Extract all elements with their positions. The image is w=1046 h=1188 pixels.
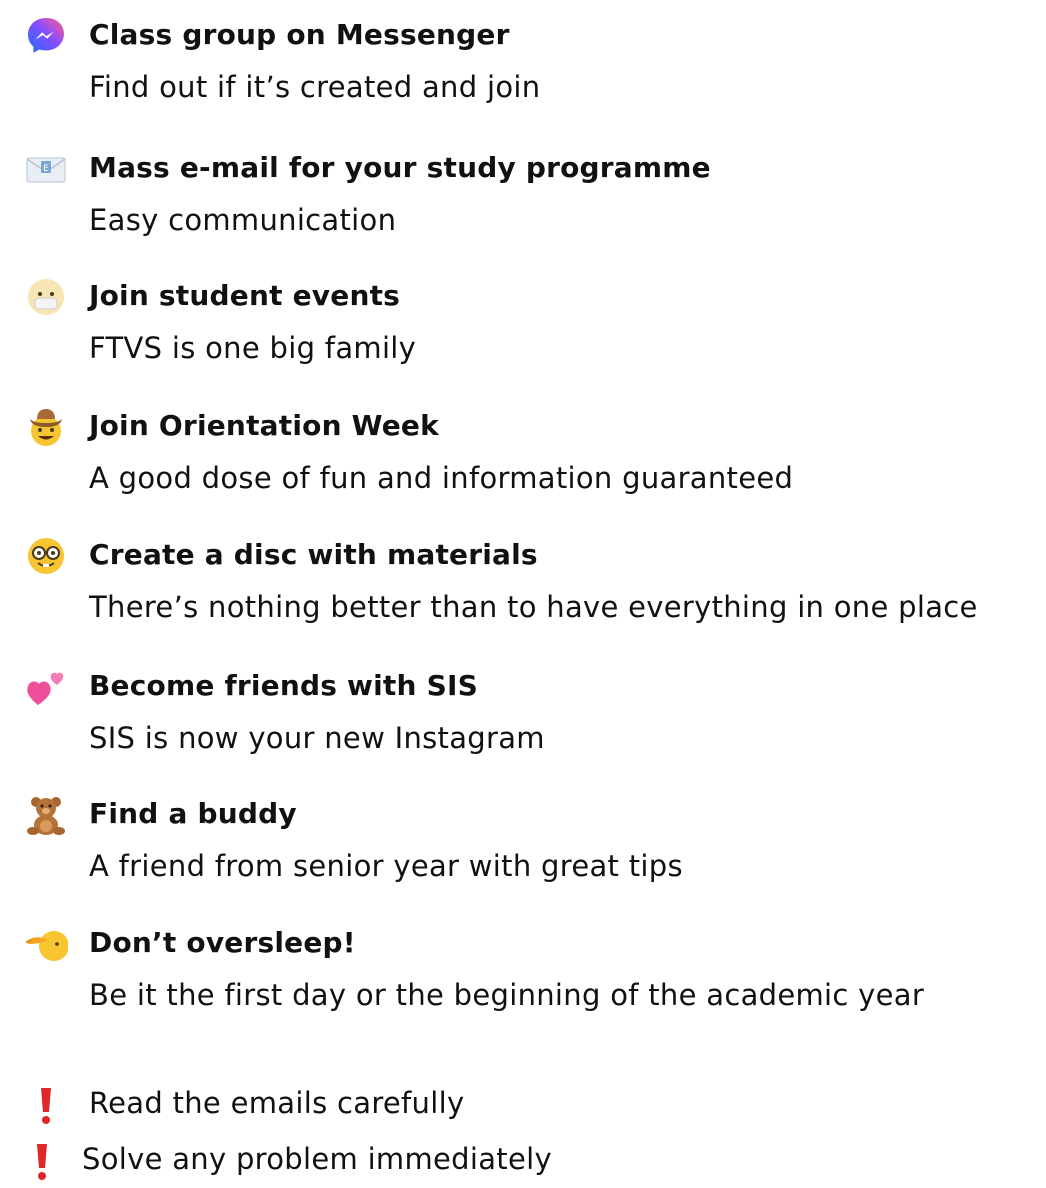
svg-text:E: E xyxy=(43,164,49,174)
item-subtitle: There’s nothing better than to have ever… xyxy=(89,590,978,624)
item-subtitle: A friend from senior year with great tip… xyxy=(89,849,683,883)
messenger-icon xyxy=(24,14,68,58)
list-item-oversleep: Don’t oversleep! Be it the first day or … xyxy=(0,914,1046,1024)
pointing-face-icon xyxy=(24,922,68,966)
item-title: Become friends with SIS xyxy=(89,669,478,702)
note-solve-problems: Solve any problem immediately xyxy=(0,1138,1046,1188)
note-text: Solve any problem immediately xyxy=(82,1142,552,1176)
two-hearts-icon xyxy=(24,665,68,709)
exclamation-icon xyxy=(30,1140,54,1184)
list-item-mass-email: E Mass e-mail for your study programme E… xyxy=(0,139,1046,249)
item-subtitle: SIS is now your new Instagram xyxy=(89,721,545,755)
item-title: Find a buddy xyxy=(89,797,297,830)
list-item-student-events: Join student events FTVS is one big fami… xyxy=(0,267,1046,377)
list-item-buddy: Find a buddy A friend from senior year w… xyxy=(0,785,1046,895)
list-item-orientation-week: Join Orientation Week A good dose of fun… xyxy=(0,397,1046,507)
nerd-face-icon xyxy=(24,534,68,578)
teddy-bear-icon xyxy=(24,793,68,837)
item-title: Mass e-mail for your study programme xyxy=(89,151,711,184)
item-subtitle: Easy communication xyxy=(89,203,397,237)
list-item-messenger: Class group on Messenger Find out if it’… xyxy=(0,6,1046,116)
item-subtitle: Be it the first day or the beginning of … xyxy=(89,978,925,1012)
note-read-emails: Read the emails carefully xyxy=(0,1082,1046,1132)
item-subtitle: A good dose of fun and information guara… xyxy=(89,461,794,495)
masked-face-icon xyxy=(24,275,68,319)
item-title: Don’t oversleep! xyxy=(89,926,356,959)
envelope-icon: E xyxy=(24,147,68,191)
list-item-disc-materials: Create a disc with materials There’s not… xyxy=(0,526,1046,636)
item-subtitle: Find out if it’s created and join xyxy=(89,70,541,104)
note-text: Read the emails carefully xyxy=(89,1086,465,1120)
item-title: Join student events xyxy=(89,279,401,312)
list-item-sis-friends: Become friends with SIS SIS is now your … xyxy=(0,657,1046,767)
item-title: Class group on Messenger xyxy=(89,18,510,51)
item-title: Join Orientation Week xyxy=(89,409,439,442)
exclamation-icon xyxy=(34,1084,58,1128)
cowboy-face-icon xyxy=(24,405,68,449)
item-subtitle: FTVS is one big family xyxy=(89,331,417,365)
item-title: Create a disc with materials xyxy=(89,538,538,571)
